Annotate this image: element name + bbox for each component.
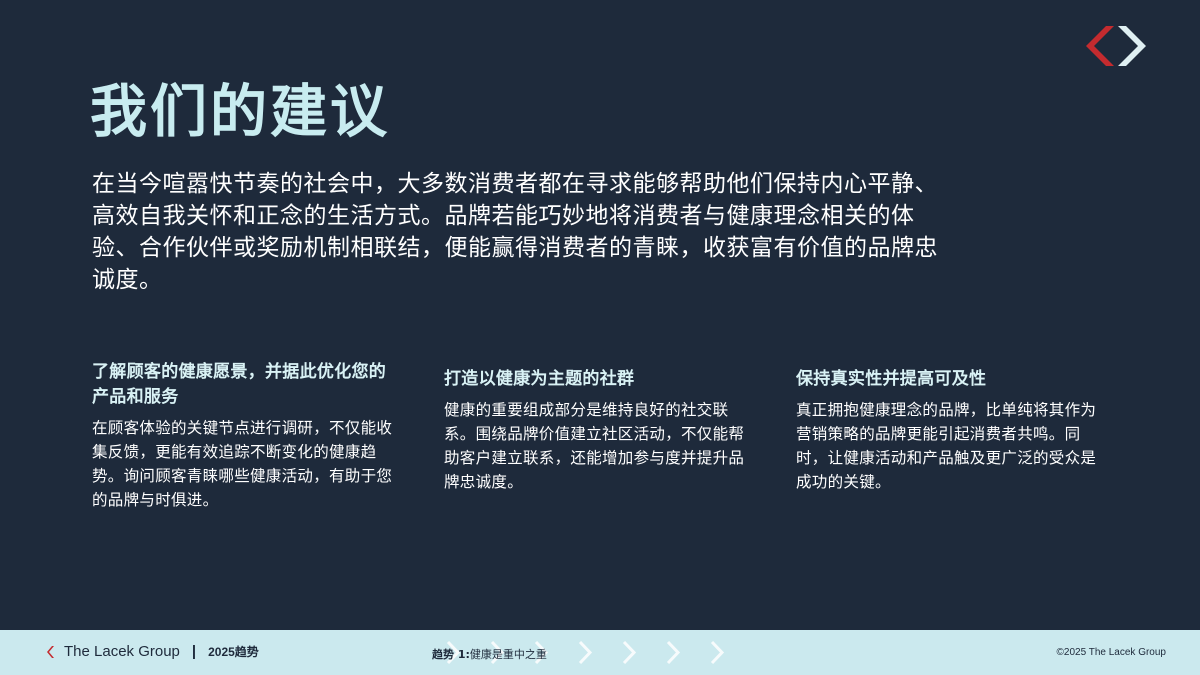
footer-brand: The Lacek Group | 2025趋势 xyxy=(46,643,259,660)
footer-brand-name: The Lacek Group xyxy=(64,643,180,660)
recommendation-heading: 保持真实性并提高可及性 xyxy=(796,369,987,389)
recommendation-body: 在顾客体验的关键节点进行调研，不仅能收集反馈，更能有效追踪不断变化的健康趋势。询… xyxy=(92,419,393,509)
footer-copyright: ©2025 The Lacek Group xyxy=(1056,647,1166,658)
recommendation-body: 真正拥抱健康理念的品牌，比单纯将其作为营销策略的品牌更能引起消费者共鸣。同时，让… xyxy=(796,401,1097,491)
footer-trend: 趋势 1:健康是重中之重 xyxy=(432,646,547,662)
lacek-mini-logo-icon xyxy=(47,645,54,658)
recommendation-heading: 打造以健康为主题的社群 xyxy=(444,369,635,389)
lacek-chevron-logo-icon xyxy=(1086,26,1146,66)
intro-paragraph: 在当今喧嚣快节奏的社会中，大多数消费者都在寻求能够帮助他们保持内心平静、高效自我… xyxy=(92,171,938,293)
recommendation-heading: 了解顾客的健康愿景，并据此优化您的产品和服务 xyxy=(92,362,387,407)
footer-separator: | xyxy=(191,643,197,660)
recommendation-card: 打造以健康为主题的社群 健康的重要组成部分是维持良好的社交联系。围绕品牌价值建立… xyxy=(444,367,749,494)
slide: 我们的建议 在当今喧嚣快节奏的社会中，大多数消费者都在寻求能够帮助他们保持内心平… xyxy=(0,0,1200,675)
footer-year-label: 2025趋势 xyxy=(208,645,259,659)
recommendation-body: 健康的重要组成部分是维持良好的社交联系。围绕品牌价值建立社区活动，不仅能帮助客户… xyxy=(444,401,745,491)
footer-bar: The Lacek Group | 2025趋势 趋势 1:健康是重中之重 ©2… xyxy=(0,630,1200,675)
footer-trend-label: 趋势 1: xyxy=(432,648,470,661)
recommendation-card: 保持真实性并提高可及性 真正拥抱健康理念的品牌，比单纯将其作为营销策略的品牌更能… xyxy=(796,367,1101,494)
page-title: 我们的建议 xyxy=(90,79,390,145)
footer-trend-title: 健康是重中之重 xyxy=(469,648,547,661)
recommendation-card: 了解顾客的健康愿景，并据此优化您的产品和服务 在顾客体验的关键节点进行调研，不仅… xyxy=(92,360,397,512)
